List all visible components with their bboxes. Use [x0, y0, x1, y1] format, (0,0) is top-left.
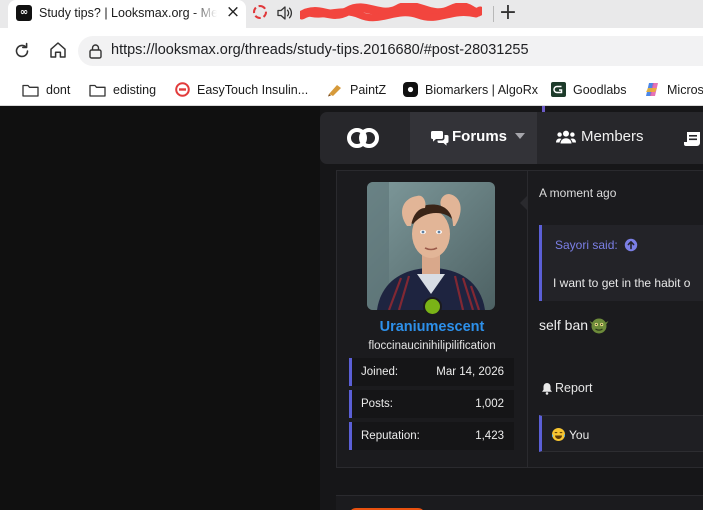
loading-spinner-icon [253, 5, 267, 19]
site-navbar: Forums Members [320, 112, 703, 164]
algorx-favicon [403, 82, 418, 97]
reaction-summary[interactable]: You [551, 427, 589, 442]
redacted-tab-title [300, 3, 482, 22]
page-background-left [0, 106, 320, 510]
url-text: https://looksmax.org/threads/study-tips.… [111, 42, 529, 58]
bookmark-label: dont [46, 82, 71, 97]
nav-members-label: Members [581, 128, 644, 145]
folder-icon [89, 84, 106, 97]
message-arrow [520, 195, 528, 211]
bookmark-label: EasyTouch Insulin... [197, 82, 309, 97]
post-body-text: self ban [539, 317, 589, 333]
stat-label: Reputation: [361, 430, 420, 442]
post-user-column: Uraniumescent floccinaucinihilipilificat… [337, 171, 527, 467]
stat-value: 1,002 [475, 398, 504, 410]
report-link[interactable]: Report [541, 381, 593, 395]
looksmax-page: Forums Members Uraniumescent floccinauci… [320, 106, 703, 510]
quote-author-link[interactable]: Sayori said: [555, 238, 638, 252]
reactions-bar[interactable]: You [539, 415, 703, 452]
nav-forums-label: Forums [452, 128, 508, 145]
online-status-indicator [423, 297, 442, 316]
post-message-column: A moment ago Sayori said: I want to get … [520, 171, 703, 467]
browser-toolbar: https://looksmax.org/threads/study-tips.… [0, 28, 703, 74]
tab-title: Study tips? | Looksmax.org - Men's [39, 6, 217, 20]
stat-value: 1,423 [475, 430, 504, 442]
bookmark-paintz[interactable]: PaintZ [327, 81, 386, 98]
chevron-down-icon[interactable] [515, 133, 525, 139]
comments-icon [431, 131, 449, 146]
easytouch-favicon [175, 82, 190, 97]
quote-block: Sayori said: I want to get in the habit … [539, 225, 703, 301]
bookmark-algorx[interactable]: Biomarkers | AlgoRx [403, 81, 538, 98]
stat-joined: Joined: Mar 14, 2026 [349, 358, 514, 386]
bookmark-goodlabs[interactable]: Goodlabs [551, 81, 627, 98]
speaker-audio-icon[interactable] [276, 4, 294, 22]
reaction-label: You [569, 427, 590, 442]
scroll-icon[interactable] [684, 131, 703, 147]
post-body: self ban [539, 315, 609, 335]
bell-icon [542, 382, 552, 395]
quote-text: I want to get in the habit o [553, 276, 691, 290]
avatar[interactable] [367, 182, 495, 310]
paintz-favicon [328, 84, 341, 96]
site-logo-icon[interactable] [346, 125, 380, 151]
goblin-emoji-icon [589, 318, 609, 334]
address-bar[interactable]: https://looksmax.org/threads/study-tips.… [78, 36, 703, 66]
stat-label: Joined: [361, 366, 399, 378]
folder-icon [22, 84, 39, 97]
reload-icon[interactable] [12, 41, 32, 61]
goodlabs-favicon [551, 82, 566, 97]
nav-tab-members[interactable]: Members [556, 128, 644, 145]
report-label: Report [555, 381, 593, 395]
user-title: floccinaucinihilipilification [368, 340, 496, 352]
post-timestamp[interactable]: A moment ago [539, 186, 616, 200]
users-icon [556, 130, 576, 143]
bookmark-label: Microso [667, 82, 703, 97]
looksmax-logo-icon: ∞ [16, 5, 32, 21]
browser-tab-active[interactable]: ∞ Study tips? | Looksmax.org - Men's × [8, 0, 246, 28]
bookmark-microsoft[interactable]: Microso [644, 81, 703, 98]
new-tab-button[interactable]: + [497, 2, 519, 24]
username-link[interactable]: Uraniumescent [337, 319, 527, 335]
forum-post: Uraniumescent floccinaucinihilipilificat… [336, 170, 703, 468]
bookmarks-bar: dont edisting EasyTouch Insulin... Paint… [0, 74, 703, 106]
stat-label: Posts: [361, 398, 393, 410]
bookmark-label: PaintZ [350, 82, 387, 97]
quote-author: Sayori said: [555, 238, 618, 252]
bookmark-label: Goodlabs [573, 82, 627, 97]
stat-value: Mar 14, 2026 [436, 366, 504, 378]
bookmark-label: edisting [113, 82, 157, 97]
tab-separator [493, 6, 494, 22]
browser-tab-bar: ∞ Study tips? | Looksmax.org - Men's × + [0, 0, 703, 28]
home-icon[interactable] [48, 40, 68, 60]
copilot-favicon [646, 83, 658, 96]
bookmark-easytouch[interactable]: EasyTouch Insulin... [175, 81, 308, 98]
bookmark-edisting[interactable]: edisting [89, 81, 156, 98]
stat-reputation: Reputation: 1,423 [349, 422, 514, 450]
bookmark-dont[interactable]: dont [22, 81, 70, 98]
stat-posts: Posts: 1,002 [349, 390, 514, 418]
lock-icon[interactable] [88, 43, 103, 59]
close-tab-icon[interactable]: × [224, 3, 242, 21]
nav-tab-forums[interactable]: Forums [410, 112, 537, 164]
tears-of-joy-emoji-icon [551, 428, 566, 441]
avatar-image [367, 182, 495, 310]
bookmark-label: Biomarkers | AlgoRx [425, 82, 539, 97]
arrow-up-circle-icon[interactable] [624, 238, 638, 252]
